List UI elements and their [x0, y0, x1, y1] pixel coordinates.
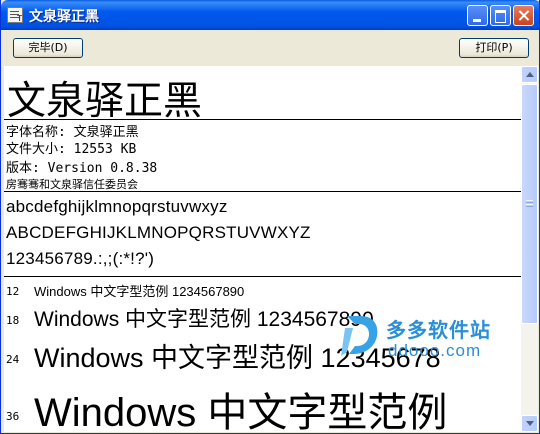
size-label-36: 36: [6, 410, 20, 423]
info-copyright: 房骞骞和文泉驿信任委员会: [6, 178, 138, 191]
font-viewer-window: 文泉驿正黑 完毕(D) 打印(P) 文泉驿正黑 字体名称: 文泉驿正黑 文件大小…: [0, 0, 540, 434]
window-title: 文泉驿正黑: [29, 9, 99, 25]
size-sample-18: Windows 中文字型范例 1234567890: [34, 308, 374, 331]
scrollbar-thumb[interactable]: [521, 84, 538, 324]
scroll-up-button[interactable]: [521, 66, 538, 83]
watermark-logo-icon: [341, 316, 378, 356]
toolbar: 完毕(D) 打印(P): [1, 30, 539, 66]
close-button[interactable]: [513, 5, 534, 26]
watermark-name: 多多软件站: [386, 318, 491, 342]
vertical-scrollbar[interactable]: [521, 66, 538, 432]
document-font-icon: [7, 7, 23, 23]
maximize-button[interactable]: [490, 5, 511, 26]
size-label-12: 12: [6, 285, 20, 298]
print-button[interactable]: 打印(P): [459, 38, 529, 58]
size-label-24: 24: [6, 353, 20, 366]
size-label-18: 18: [6, 314, 20, 327]
sample-lowercase: abcdefghijklmnopqrstuvwxyz: [6, 197, 228, 216]
title-bar[interactable]: 文泉驿正黑: [1, 0, 539, 30]
info-version: 版本: Version 0.8.38: [6, 161, 158, 176]
watermark: 多多软件站 ddooo.com: [341, 310, 511, 366]
font-name-preview: 文泉驿正黑: [7, 79, 203, 124]
divider: [4, 276, 521, 277]
size-sample-12: Windows 中文字型范例 1234567890: [34, 284, 245, 299]
minimize-button[interactable]: [467, 5, 488, 26]
watermark-domain: ddooo.com: [388, 341, 482, 360]
info-file-size: 文件大小: 12553 KB: [6, 142, 137, 157]
size-sample-36: Windows 中文字型范例: [34, 391, 448, 432]
done-button[interactable]: 完毕(D): [13, 38, 83, 58]
divider: [4, 119, 521, 120]
sample-uppercase: ABCDEFGHIJKLMNOPQRSTUVWXYZ: [6, 223, 311, 242]
scroll-down-button[interactable]: [521, 415, 538, 432]
divider: [4, 191, 521, 192]
sample-digits: 123456789.:,;(:*!?'): [6, 249, 155, 268]
font-preview-area: 文泉驿正黑 字体名称: 文泉驿正黑 文件大小: 12553 KB 版本: Ver…: [4, 66, 521, 432]
